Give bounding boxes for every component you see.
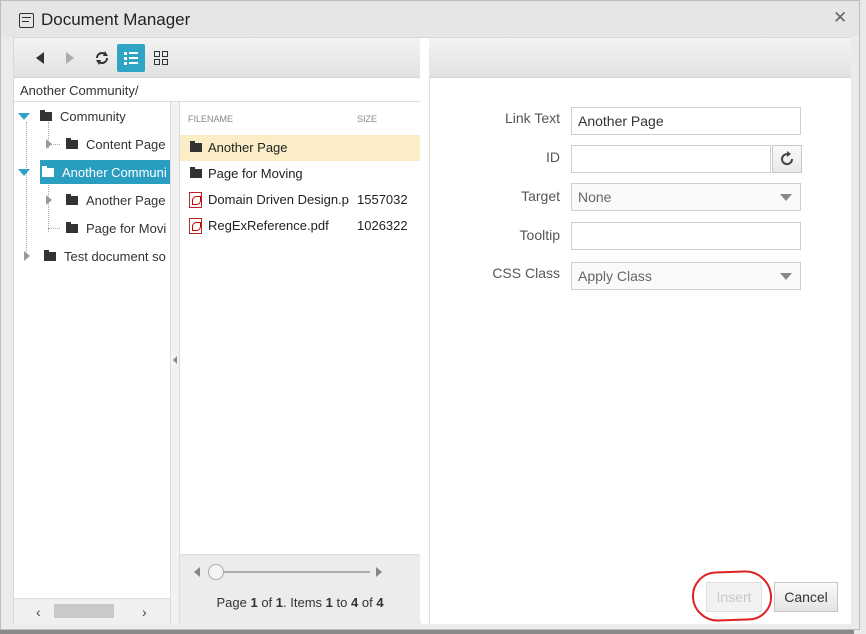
folder-icon (44, 249, 56, 261)
tooltip-label: Tooltip (519, 227, 560, 243)
tree-item-another-community[interactable]: Another Communi (18, 160, 170, 184)
scroll-left-icon[interactable]: ‹ (36, 604, 41, 620)
tree-item-another-page[interactable]: Another Page (46, 188, 166, 212)
properties-header (429, 38, 851, 78)
tree-item-content-page[interactable]: Content Page (46, 132, 166, 156)
title-bar: Document Manager ✕ (1, 1, 859, 37)
css-class-select[interactable]: Apply Class (571, 262, 801, 290)
breadcrumb: Another Community/ (14, 78, 420, 102)
grid-view-icon[interactable] (147, 44, 175, 72)
id-input[interactable] (571, 145, 771, 173)
slider-right-icon[interactable] (376, 567, 382, 577)
file-browser: Another Community/ Community Content Pag… (14, 38, 420, 624)
document-manager-dialog: Document Manager ✕ Another Community/ Co… (0, 0, 860, 630)
pdf-icon (189, 218, 202, 234)
dialog-title: Document Manager (41, 10, 191, 29)
file-row[interactable]: RegExReference.pdf 1026322 (180, 213, 420, 239)
scroll-right-icon[interactable]: › (142, 604, 147, 620)
tooltip-input[interactable] (571, 222, 801, 250)
slider-left-icon[interactable] (194, 567, 200, 577)
arrow-left-icon[interactable] (26, 44, 54, 72)
expanded-caret-icon[interactable] (18, 112, 30, 120)
folder-tree: Community Content Page Another Communi A… (14, 102, 170, 598)
folder-icon (40, 109, 52, 121)
css-class-label: CSS Class (492, 265, 560, 281)
dialog-content: Another Community/ Community Content Pag… (13, 37, 851, 624)
column-header-size[interactable]: SIZE (357, 114, 377, 124)
expanded-caret-icon[interactable] (18, 168, 30, 176)
tree-item-page-for-moving[interactable]: Page for Movi (66, 216, 166, 240)
browser-toolbar (14, 38, 420, 78)
collapsed-caret-icon[interactable] (24, 251, 30, 261)
pager: Page 1 of 1. Items 1 to 4 of 4 (180, 554, 420, 624)
refresh-icon (781, 151, 794, 166)
pdf-icon (189, 192, 202, 208)
list-view-icon[interactable] (117, 44, 145, 72)
id-label: ID (546, 149, 560, 165)
collapse-arrow-icon[interactable] (173, 356, 177, 364)
file-row[interactable]: Page for Moving (180, 161, 420, 187)
cancel-button[interactable]: Cancel (774, 582, 838, 612)
tree-item-label: Content Page (86, 136, 166, 152)
link-text-label: Link Text (505, 110, 560, 126)
file-row[interactable]: Another Page (180, 135, 420, 161)
close-icon[interactable]: ✕ (833, 9, 847, 26)
file-size: 1557032 (357, 192, 408, 207)
file-list: FILENAME SIZE Another Page Page for Movi… (180, 102, 420, 554)
file-list-header: FILENAME SIZE (180, 102, 420, 134)
tree-item-label: Test document so (64, 248, 166, 264)
folder-icon (190, 141, 202, 152)
folder-icon (42, 165, 54, 177)
tree-item-label: Another Page (86, 192, 166, 208)
pane-splitter[interactable] (170, 102, 180, 624)
collapsed-caret-icon[interactable] (46, 195, 52, 205)
file-size: 1026322 (357, 218, 408, 233)
tree-item-label: Community (60, 108, 126, 124)
scrollbar-thumb[interactable] (54, 604, 114, 618)
collapsed-caret-icon[interactable] (46, 139, 52, 149)
folder-icon (66, 193, 78, 205)
link-properties-panel: Link Text Another Page ID Target None To… (421, 38, 851, 624)
page-slider-track[interactable] (210, 571, 370, 573)
target-label: Target (521, 188, 560, 204)
tree-item-label: Page for Movi (86, 220, 167, 236)
column-header-filename[interactable]: FILENAME (188, 114, 233, 124)
folder-icon (66, 137, 78, 149)
target-select[interactable]: None (571, 183, 801, 211)
refresh-icon[interactable] (88, 44, 116, 72)
properties-form: Link Text Another Page ID Target None To… (429, 78, 851, 624)
annotation-circle (691, 569, 773, 623)
tree-item-community[interactable]: Community (18, 104, 126, 128)
file-name: RegExReference.pdf (208, 218, 329, 233)
file-row[interactable]: Domain Driven Design.p 1557032 (180, 187, 420, 213)
generate-id-button[interactable] (772, 145, 802, 173)
folder-icon (66, 221, 78, 233)
window-icon (19, 13, 34, 28)
pager-info: Page 1 of 1. Items 1 to 4 of 4 (216, 595, 384, 610)
file-name: Domain Driven Design.p (208, 192, 349, 207)
page-slider-knob[interactable] (208, 564, 224, 580)
arrow-right-icon[interactable] (56, 44, 84, 72)
tree-horizontal-scrollbar[interactable]: ‹ › (14, 598, 170, 624)
link-text-input[interactable]: Another Page (571, 107, 801, 135)
tree-item-test-document[interactable]: Test document so (24, 244, 166, 268)
tree-item-label: Another Communi (62, 164, 167, 180)
file-name: Page for Moving (208, 166, 303, 181)
folder-icon (190, 167, 202, 178)
file-name: Another Page (208, 140, 288, 155)
